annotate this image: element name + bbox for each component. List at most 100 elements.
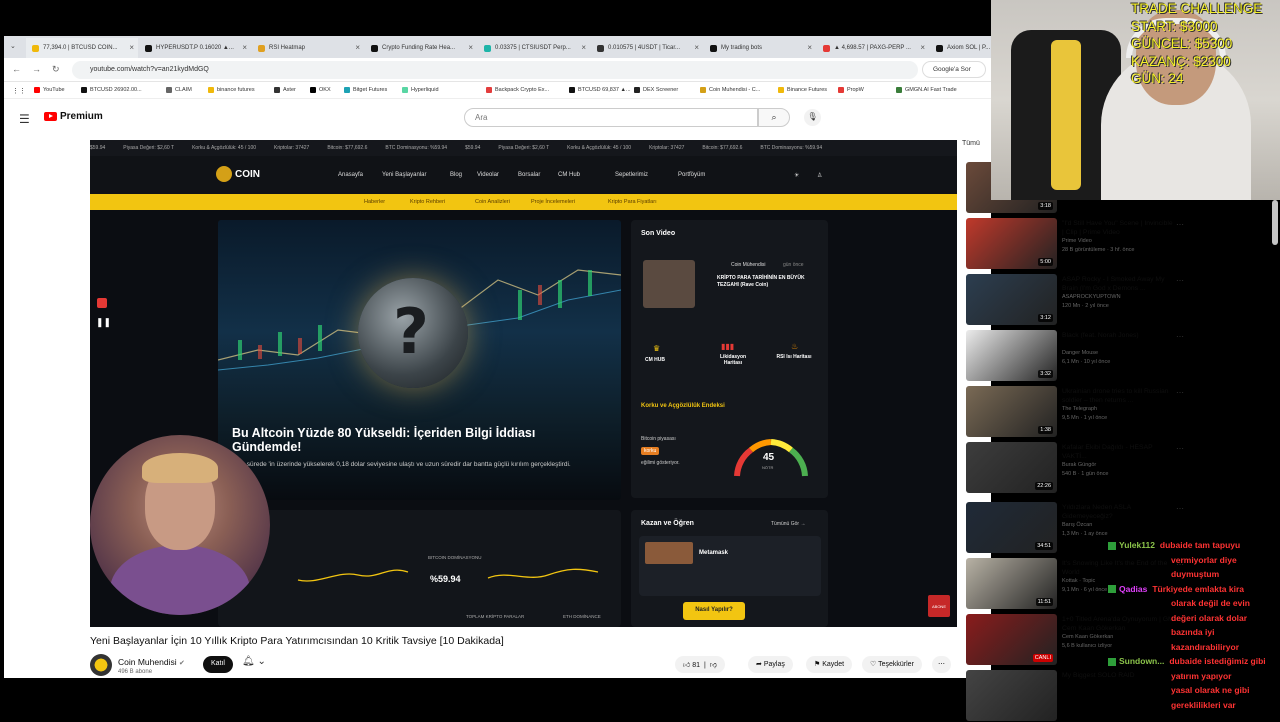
recommendation-thumbnail[interactable] [966, 670, 1057, 721]
tab-favicon-icon [823, 44, 830, 52]
browser-tab[interactable]: 0.010575 | 4USDT | Ticar... × [591, 38, 703, 58]
close-icon[interactable]: × [807, 43, 812, 52]
voice-search-button[interactable]: 🎙 [804, 109, 821, 126]
save-button[interactable]: ⚑ Kaydet [806, 656, 853, 673]
youtube-logo[interactable]: Premium [44, 111, 103, 122]
bookmark-item[interactable]: PropW [838, 87, 864, 93]
bell-icon[interactable]: 🔔︎ ⌄ [242, 656, 266, 667]
bookmark-item[interactable]: GMGN.AI Fast Trade [896, 87, 957, 93]
chat-username: Yulek112 [1119, 540, 1155, 550]
tab-search-icon[interactable]: ⌄ [10, 42, 16, 50]
bookmark-item[interactable]: Bitget Futures [344, 87, 387, 93]
bookmark-item[interactable]: Binance Futures [778, 87, 827, 93]
browser-tab[interactable]: My trading bots × [704, 38, 816, 58]
bookmark-item[interactable]: Aster [274, 87, 296, 93]
more-icon[interactable]: ⋯ [1176, 332, 1184, 341]
url-field[interactable]: youtube.com/watch?v=an21kydMdGQ [72, 61, 918, 79]
browser-tab[interactable]: ▲ 4,698.57 | PAXG-PERP ... × [817, 38, 929, 58]
browser-tab[interactable]: 0.03375 | CTSIUSDT Perp... × [478, 38, 590, 58]
recommendation-thumbnail[interactable]: 34:51 [966, 502, 1057, 553]
join-label: Katıl [210, 660, 225, 667]
browser-tab[interactable]: 77,394.0 | BTCUSD COIN... × [26, 38, 138, 58]
browser-tab[interactable]: Crypto Funding Rate Hea... × [365, 38, 477, 58]
recommendation-item[interactable]: 1:38 Ukrainian drone tries to kill Russia… [966, 386, 1280, 438]
bookmark-item[interactable]: Coin Muhendisi - C... [700, 87, 760, 93]
more-icon[interactable]: ⋯ [1176, 220, 1184, 229]
more-actions-button[interactable]: ⋯ [932, 656, 951, 673]
bookmark-item[interactable]: Backpack Crypto Ex... [486, 87, 549, 93]
browser-tab[interactable]: RSI Heatmap × [252, 38, 364, 58]
back-icon[interactable]: ← [12, 64, 21, 74]
bookmark-item[interactable]: Hyperliquid [402, 87, 439, 93]
ticker-item: BTC Dominasyonu: %59.94 [760, 145, 823, 151]
bookmark-item[interactable]: OKX [310, 87, 331, 93]
like-button[interactable]: 👍︎ 81 | 👎︎ [675, 656, 725, 673]
browser-tab[interactable]: Axiom SOL | P... [930, 38, 991, 58]
recommendation-item[interactable]: 3:12 ASAP Rocky - I Smoked Away My Brain … [966, 274, 1280, 326]
forward-icon[interactable]: → [32, 64, 41, 74]
bookmark-item[interactable]: YouTube [34, 87, 65, 93]
channel-name[interactable]: Coin Muhendisi ✔ [118, 657, 185, 667]
recommendation-item[interactable]: 5:00 "I'd Still Have You" Scene | Invinci… [966, 218, 1280, 270]
search-button[interactable]: ⌕ [758, 108, 790, 127]
chat-message: bazında iyi [1171, 625, 1214, 640]
close-icon[interactable]: × [694, 43, 699, 52]
recommendation-thumbnail[interactable]: 5:00 [966, 218, 1057, 269]
more-icon[interactable]: ⋯ [1176, 504, 1184, 513]
brand-text: COIN [235, 168, 260, 180]
bookmark-label: BTCUSD 26902.00... [90, 87, 142, 93]
join-button[interactable]: Katıl [203, 656, 233, 673]
recommendation-title: 1+0 Titled Arena'da Oynuyorum | GM Cem K… [1062, 616, 1174, 632]
close-icon[interactable]: × [355, 43, 360, 52]
reload-icon[interactable]: ↻ [52, 64, 60, 75]
menu-icon[interactable]: ☰ [19, 112, 30, 126]
bookmark-item[interactable]: binance futures [208, 87, 255, 93]
close-icon[interactable]: × [920, 43, 925, 52]
video-player[interactable]: $59.94 Piyasa Değeri: $2,60 T Korku & Açgö… [90, 140, 957, 627]
duration-badge: 34:51 [1035, 542, 1053, 550]
browser-tab[interactable]: HYPERUSDT.P 0.16020 ▲... × [139, 38, 251, 58]
share-button[interactable]: ➦ Paylaş [748, 656, 793, 673]
recommendation-item[interactable]: 3:32 Black (feat. Norah Jones) Danger Mous… [966, 330, 1280, 382]
more-icon[interactable]: ⋯ [1176, 276, 1184, 285]
recommendation-thumbnail[interactable]: 11:51 [966, 558, 1057, 609]
fear-greed-heading: Korku ve Açgözlülük Endeksi [641, 403, 725, 409]
bookmark-favicon-icon [310, 87, 316, 93]
close-icon[interactable]: × [129, 43, 134, 52]
recommendation-thumbnail[interactable]: 3:12 [966, 274, 1057, 325]
save-label: Kaydet [822, 661, 845, 668]
bookmark-item[interactable]: BTCUSD 26902.00... [81, 87, 142, 93]
bookmark-item[interactable]: DEX Screener [634, 87, 678, 93]
pause-icon[interactable]: ❚❚ [96, 317, 111, 328]
more-icon[interactable]: ⋯ [1176, 444, 1184, 453]
recommendation-item[interactable]: 22:26 Kafalar Ekibi Dağıldı - HESAP VAKTİ… [966, 442, 1280, 494]
close-icon[interactable]: × [242, 43, 247, 52]
bookmark-item[interactable]: BTCUSD 69,837 ▲... [569, 87, 631, 93]
chat-text: kazandırabiliryor [1171, 641, 1240, 652]
close-icon[interactable]: × [581, 43, 586, 52]
how-to-button: Nasıl Yapılır? [683, 602, 745, 620]
scrollbar[interactable] [1272, 200, 1278, 245]
subscribe-watermark-icon[interactable]: ABONE [928, 595, 950, 617]
tab-favicon-icon [484, 44, 491, 52]
recommendation-title: "I'd Still Have You" Scene | Invincible … [1062, 220, 1173, 236]
tab-label: 77,394.0 | BTCUSD COIN... [43, 45, 118, 51]
recommendation-thumbnail[interactable]: 1:38 [966, 386, 1057, 437]
bookmark-item[interactable]: CLAIM [166, 87, 192, 93]
search-input[interactable]: Ara [464, 108, 758, 127]
more-icon[interactable]: ⋯ [1176, 388, 1184, 397]
google-ask-button[interactable]: Google'a Sor [922, 61, 986, 78]
question-mark-icon: ? [393, 295, 429, 368]
coin-muhendisi-logo: COIN [216, 166, 260, 182]
apps-icon[interactable]: ⋮⋮ [12, 87, 26, 95]
recommendation-thumbnail[interactable]: CANLI [966, 614, 1057, 665]
presenter-shirt [110, 545, 250, 615]
search-placeholder: Ara [475, 113, 488, 122]
duration-badge: 22:26 [1035, 482, 1053, 490]
record-icon[interactable] [97, 298, 107, 308]
thanks-button[interactable]: ♡ Teşekkürler [862, 656, 922, 673]
channel-avatar[interactable] [90, 654, 112, 676]
close-icon[interactable]: × [468, 43, 473, 52]
recommendation-thumbnail[interactable]: 22:26 [966, 442, 1057, 493]
recommendation-thumbnail[interactable]: 3:32 [966, 330, 1057, 381]
